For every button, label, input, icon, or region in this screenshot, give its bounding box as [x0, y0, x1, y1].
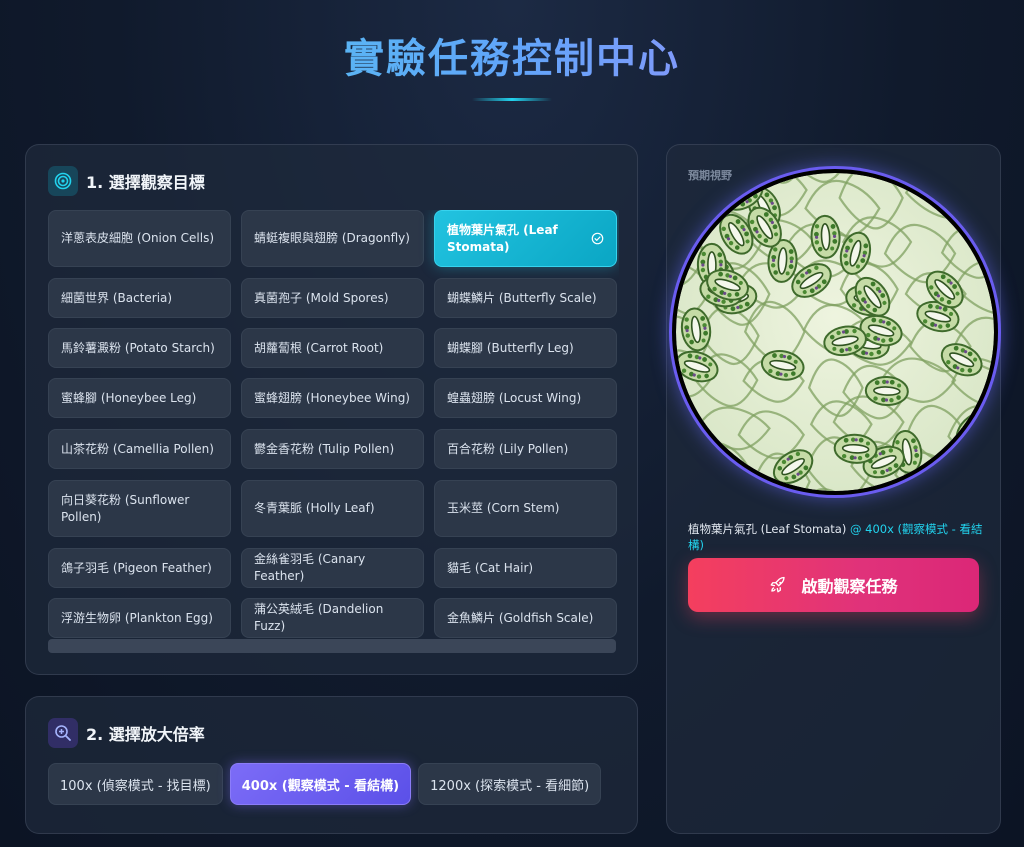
target-option[interactable]: 冬青葉脈 (Holly Leaf)	[241, 480, 424, 537]
target-option[interactable]: 蜜蜂腳 (Honeybee Leg)	[48, 378, 231, 418]
target-option-label: 浮游生物卵 (Plankton Egg)	[61, 610, 213, 625]
target-option[interactable]: 百合花粉 (Lily Pollen)	[434, 429, 617, 469]
target-option-label: 百合花粉 (Lily Pollen)	[447, 441, 569, 456]
check-circle-icon	[591, 232, 604, 245]
target-option-label: 向日葵花粉 (Sunflower Pollen)	[61, 492, 190, 524]
target-option-label: 玉米莖 (Corn Stem)	[447, 501, 560, 515]
target-option[interactable]: 蝗蟲翅膀 (Locust Wing)	[434, 378, 617, 418]
target-selection-panel: 1. 選擇觀察目標 洋蔥表皮細胞 (Onion Cells) 蜻蜓複眼與翅膀 (D…	[25, 144, 638, 675]
page-title: 實驗任務控制中心	[0, 26, 1024, 84]
leaf-stomata-image	[676, 173, 994, 491]
target-option[interactable]: 植物葉片氣孔 (Leaf Stomata)	[434, 210, 617, 267]
magnification-section-title: 2. 選擇放大倍率	[86, 725, 205, 744]
target-option[interactable]: 金魚鱗片 (Goldfish Scale)	[434, 598, 617, 638]
target-option[interactable]: 細菌世界 (Bacteria)	[48, 278, 231, 318]
target-option-label: 真菌孢子 (Mold Spores)	[254, 290, 389, 305]
target-option[interactable]: 鴿子羽毛 (Pigeon Feather)	[48, 548, 231, 588]
target-option-label: 貓毛 (Cat Hair)	[447, 560, 534, 575]
target-option-label: 金絲雀羽毛 (Canary Feather)	[254, 552, 366, 583]
target-option-label: 蝗蟲翅膀 (Locust Wing)	[447, 390, 582, 405]
target-option-label: 蝴蝶鱗片 (Butterfly Scale)	[447, 290, 597, 305]
magnification-section-header: 2. 選擇放大倍率	[48, 718, 205, 748]
mag-option-400x[interactable]: 400x (觀察模式 - 看結構)	[229, 763, 412, 805]
target-option[interactable]: 馬鈴薯澱粉 (Potato Starch)	[48, 328, 231, 368]
target-section-header: 1. 選擇觀察目標	[48, 166, 205, 196]
zoom-in-icon	[48, 718, 78, 748]
target-option-label: 蜜蜂翅膀 (Honeybee Wing)	[254, 390, 410, 405]
target-option[interactable]: 山茶花粉 (Camellia Pollen)	[48, 429, 231, 469]
target-option[interactable]: 真菌孢子 (Mold Spores)	[241, 278, 424, 318]
preview-panel: 預期視野 植物葉片氣孔 (Leaf Stomata) @ 400x (觀察模式 …	[666, 144, 1001, 834]
launch-mission-label: 啟動觀察任務	[801, 577, 898, 596]
target-option-label: 鬱金香花粉 (Tulip Pollen)	[254, 441, 395, 456]
target-option-label: 山茶花粉 (Camellia Pollen)	[61, 441, 214, 456]
magnification-options: 100x (偵察模式 - 找目標) 400x (觀察模式 - 看結構) 1200…	[48, 763, 602, 805]
rocket-icon	[771, 576, 786, 593]
target-option-label: 鴿子羽毛 (Pigeon Feather)	[61, 560, 212, 575]
target-option[interactable]: 胡蘿蔔根 (Carrot Root)	[241, 328, 424, 368]
mag-option-1200x[interactable]: 1200x (探索模式 - 看細節)	[418, 763, 602, 805]
target-option-label: 植物葉片氣孔 (Leaf Stomata)	[447, 222, 558, 254]
target-option-label: 金魚鱗片 (Goldfish Scale)	[447, 610, 594, 625]
target-option[interactable]: 蝴蝶鱗片 (Butterfly Scale)	[434, 278, 617, 318]
preview-caption: 植物葉片氣孔 (Leaf Stomata) @ 400x (觀察模式 - 看結構…	[688, 521, 984, 553]
mag-option-100x[interactable]: 100x (偵察模式 - 找目標)	[48, 763, 223, 805]
target-icon	[48, 166, 78, 196]
target-option-label: 蜜蜂腳 (Honeybee Leg)	[61, 390, 197, 405]
microscope-view	[669, 166, 1001, 498]
target-option[interactable]: 貓毛 (Cat Hair)	[434, 548, 617, 588]
caption-target: 植物葉片氣孔 (Leaf Stomata)	[688, 522, 847, 536]
target-option-label: 胡蘿蔔根 (Carrot Root)	[254, 340, 384, 355]
target-option[interactable]: 蝴蝶腳 (Butterfly Leg)	[434, 328, 617, 368]
target-option[interactable]: 金絲雀羽毛 (Canary Feather)	[241, 548, 424, 588]
magnification-panel: 2. 選擇放大倍率 100x (偵察模式 - 找目標) 400x (觀察模式 -…	[25, 696, 638, 834]
target-option-label: 冬青葉脈 (Holly Leaf)	[254, 501, 375, 515]
target-option[interactable]: 洋蔥表皮細胞 (Onion Cells)	[48, 210, 231, 267]
launch-mission-button[interactable]: 啟動觀察任務	[688, 558, 979, 612]
target-option[interactable]: 蜜蜂翅膀 (Honeybee Wing)	[241, 378, 424, 418]
target-option[interactable]: 蜻蜓複眼與翅膀 (Dragonfly)	[241, 210, 424, 267]
target-grid[interactable]: 洋蔥表皮細胞 (Onion Cells) 蜻蜓複眼與翅膀 (Dragonfly) 植…	[48, 210, 619, 650]
target-option-label: 馬鈴薯澱粉 (Potato Starch)	[61, 340, 215, 355]
target-option-label: 蒲公英絨毛 (Dandelion Fuzz)	[254, 602, 384, 633]
target-option-label: 細菌世界 (Bacteria)	[61, 290, 173, 305]
target-option[interactable]: 向日葵花粉 (Sunflower Pollen)	[48, 480, 231, 537]
preview-label: 預期視野	[688, 169, 732, 182]
target-option[interactable]: 蒲公英絨毛 (Dandelion Fuzz)	[241, 598, 424, 638]
target-option[interactable]: 浮游生物卵 (Plankton Egg)	[48, 598, 231, 638]
target-section-title: 1. 選擇觀察目標	[86, 173, 205, 192]
target-grid-scrollbar[interactable]	[48, 639, 616, 653]
target-option-label: 蜻蜓複眼與翅膀 (Dragonfly)	[254, 231, 410, 245]
target-option-label: 蝴蝶腳 (Butterfly Leg)	[447, 340, 574, 355]
target-option[interactable]: 鬱金香花粉 (Tulip Pollen)	[241, 429, 424, 469]
title-underline	[472, 98, 552, 101]
target-option[interactable]: 玉米莖 (Corn Stem)	[434, 480, 617, 537]
target-option-label: 洋蔥表皮細胞 (Onion Cells)	[61, 231, 215, 245]
